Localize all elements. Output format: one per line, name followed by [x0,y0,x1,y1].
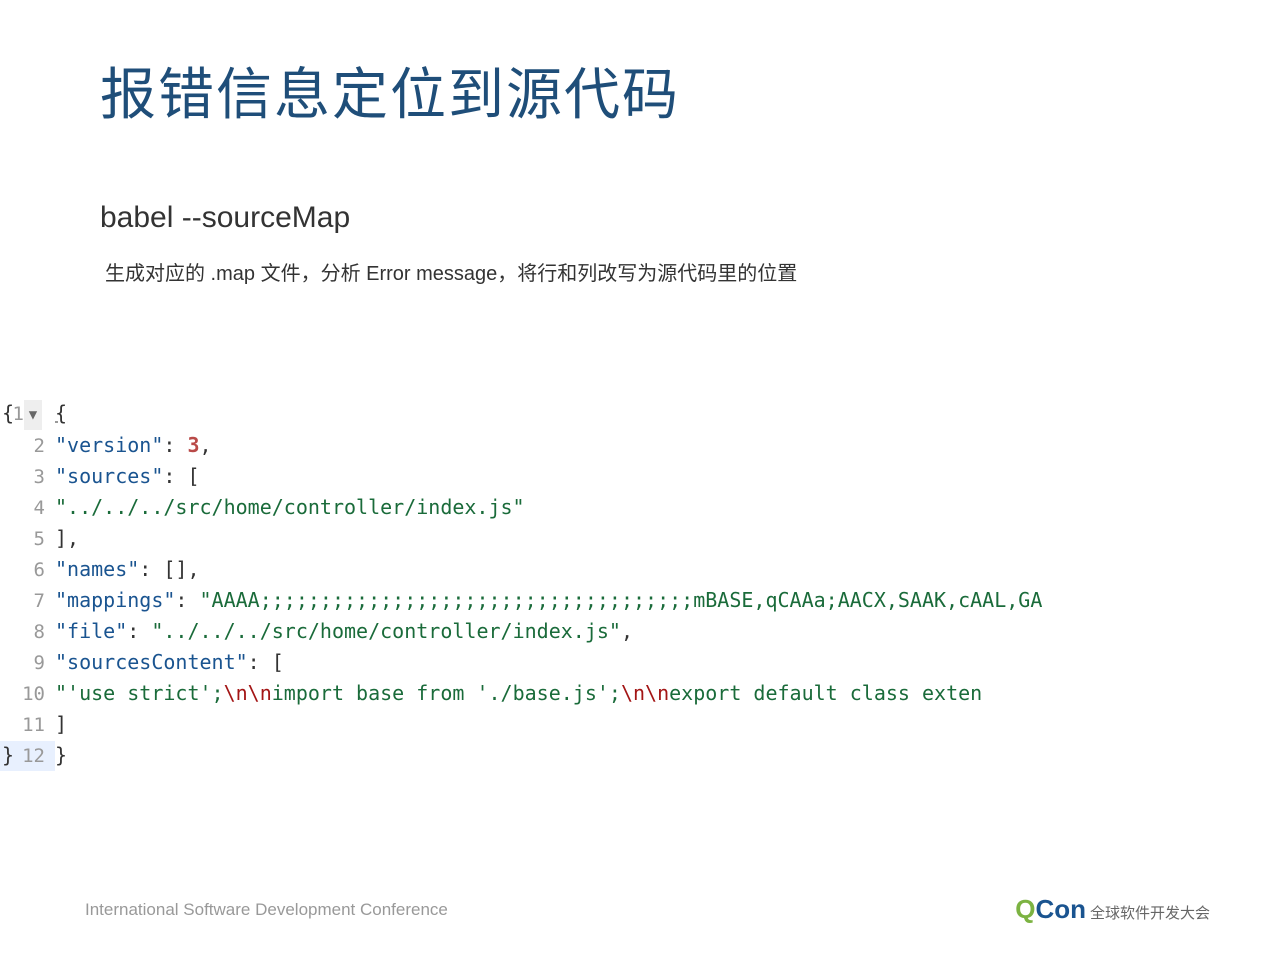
footer-logo: QCon 全球软件开发大会 [1015,894,1210,925]
line-number: 11 [0,710,55,740]
slide-description: 生成对应的 .map 文件，分析 Error message，将行和列改写为源代… [0,235,1280,286]
json-key: "mappings" [55,588,175,612]
json-string: "../../../src/home/controller/index.js" [55,495,525,519]
slide-subtitle: babel --sourceMap [0,131,1280,235]
json-key: "sources" [55,464,163,488]
json-key: "version" [55,433,163,457]
line-number: 5 [0,524,55,554]
line-number: 2 [0,431,55,461]
line-number: 7 [0,586,55,616]
json-string: "'use strict';\n\nimport base from './ba… [55,681,982,705]
json-key: "sourcesContent" [55,650,248,674]
slide-title: 报错信息定位到源代码 [0,0,1280,131]
fold-icon[interactable]: ▼ [24,400,42,430]
json-key: "names" [55,557,139,581]
line-number: 10 [0,679,55,709]
footer-conference-name: International Software Development Confe… [85,900,448,920]
json-string: "../../../src/home/controller/index.js" [151,619,621,643]
json-string: "AAAA;;;;;;;;;;;;;;;;;;;;;;;;;;;;;;;;;;;… [200,588,1043,612]
json-number: 3 [187,433,199,457]
line-number: 3 [0,462,55,492]
line-number: 6 [0,555,55,585]
code-block: { 1▼ { 2 "version": 3, 3 "sources": [ 4 … [0,398,1280,771]
line-number: 9 [0,648,55,678]
line-number: 4 [0,493,55,523]
line-number: 8 [0,617,55,647]
slide-footer: International Software Development Confe… [0,894,1280,925]
json-key: "file" [55,619,127,643]
